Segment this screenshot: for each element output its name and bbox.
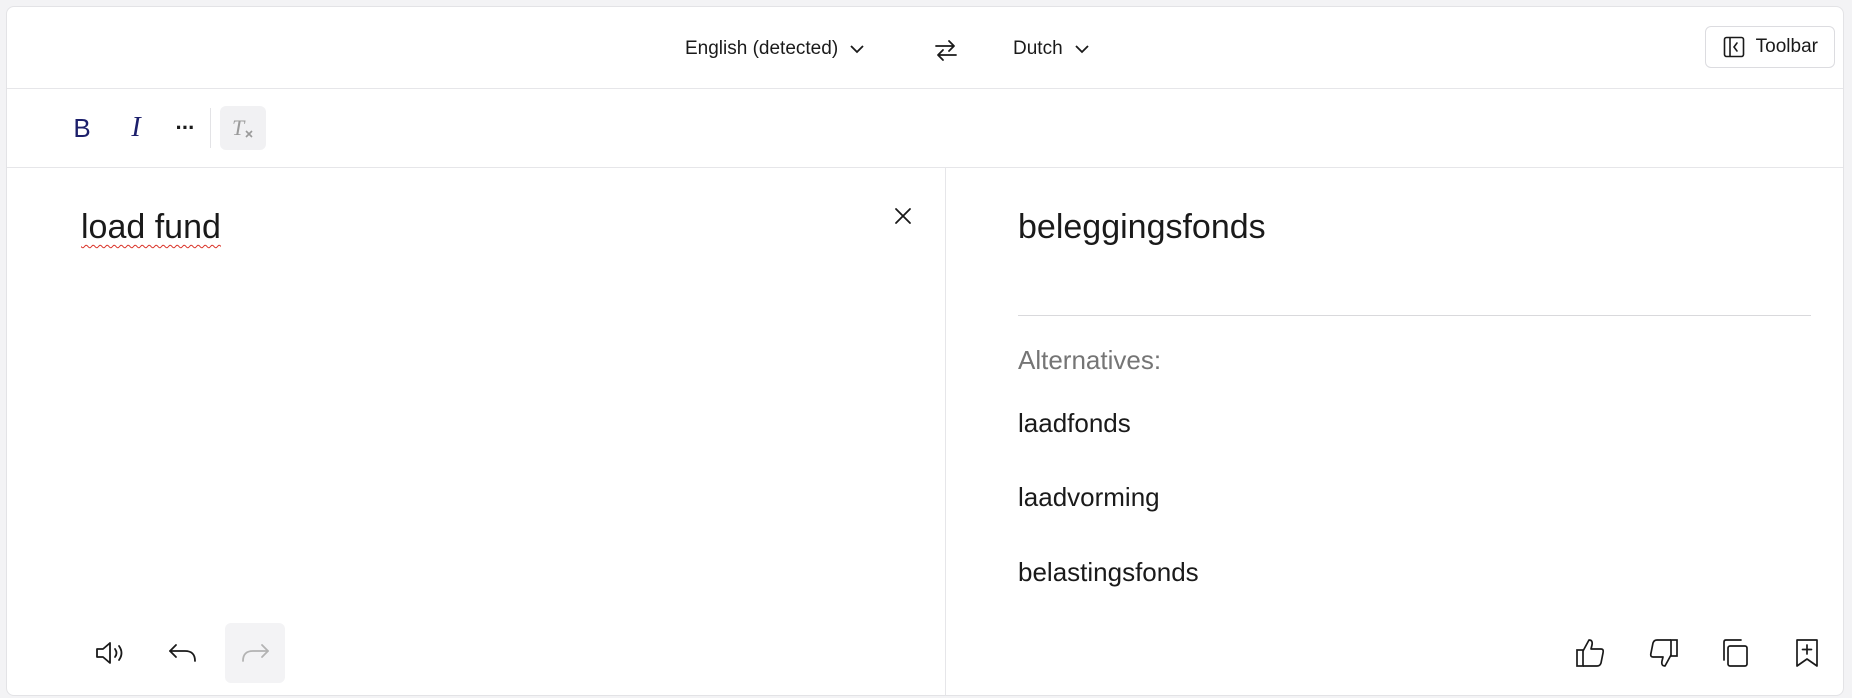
source-panel: load fund: [7, 168, 946, 695]
source-language-select[interactable]: English (detected): [685, 33, 866, 65]
thumbs-down-button[interactable]: [1633, 623, 1693, 683]
italic-label: I: [131, 112, 141, 143]
toolbar-label: Toolbar: [1755, 36, 1818, 57]
chevron-down-icon: [850, 45, 864, 54]
clear-formatting-button[interactable]: T: [220, 106, 266, 150]
bookmark-add-icon: [1796, 639, 1818, 667]
translation-text: beleggingsfonds: [1018, 208, 1266, 246]
speaker-icon: [96, 642, 123, 664]
language-bar: English (detected) Dutch Toolbar: [7, 7, 1843, 89]
undo-button[interactable]: [153, 623, 213, 683]
bold-button[interactable]: B: [59, 106, 105, 150]
clear-source-button[interactable]: [887, 200, 919, 232]
format-divider: [210, 108, 211, 148]
target-language-select[interactable]: Dutch: [1013, 33, 1091, 65]
swap-languages-button[interactable]: [931, 35, 961, 65]
target-language-label: Dutch: [1013, 38, 1063, 59]
alternative-item[interactable]: laadfonds: [1018, 408, 1131, 439]
thumbs-up-button[interactable]: [1561, 623, 1621, 683]
chevron-down-icon: [1075, 45, 1089, 54]
copy-icon: [1723, 639, 1748, 667]
redo-icon: [242, 644, 269, 662]
thumbs-up-icon: [1576, 639, 1605, 667]
undo-icon: [169, 644, 196, 662]
source-text-input[interactable]: load fund: [81, 208, 221, 247]
bold-label: B: [73, 112, 91, 143]
copy-button[interactable]: [1705, 623, 1765, 683]
alternatives-title: Alternatives:: [1018, 345, 1162, 375]
translator-window: English (detected) Dutch Toolbar B I ···…: [6, 6, 1844, 696]
thumbs-down-icon: [1649, 639, 1678, 667]
redo-button[interactable]: [225, 623, 285, 683]
clear-formatting-icon: T: [232, 115, 253, 140]
source-language-label: English (detected): [685, 38, 839, 59]
save-to-glossary-button[interactable]: [1777, 623, 1837, 683]
translation-actions: [1561, 623, 1837, 683]
alternative-item[interactable]: laadvorming: [1018, 482, 1160, 513]
formatting-bar: B I ··· T: [7, 89, 1843, 168]
swap-arrows-icon: [935, 40, 957, 61]
translation-divider: [1018, 315, 1811, 316]
alternative-item[interactable]: belastingsfonds: [1018, 557, 1199, 588]
toolbar-toggle-button[interactable]: Toolbar: [1704, 26, 1835, 68]
source-actions: [81, 623, 285, 683]
translation-panel: beleggingsfonds Alternatives: laadfonds …: [946, 168, 1843, 695]
svg-text:T: T: [232, 115, 246, 140]
close-icon: [895, 208, 911, 224]
italic-button[interactable]: I: [113, 106, 159, 150]
listen-button[interactable]: [81, 623, 141, 683]
more-label: ···: [175, 115, 196, 140]
sidebar-collapse-icon: [1723, 36, 1744, 58]
more-formatting-button[interactable]: ···: [166, 106, 204, 150]
